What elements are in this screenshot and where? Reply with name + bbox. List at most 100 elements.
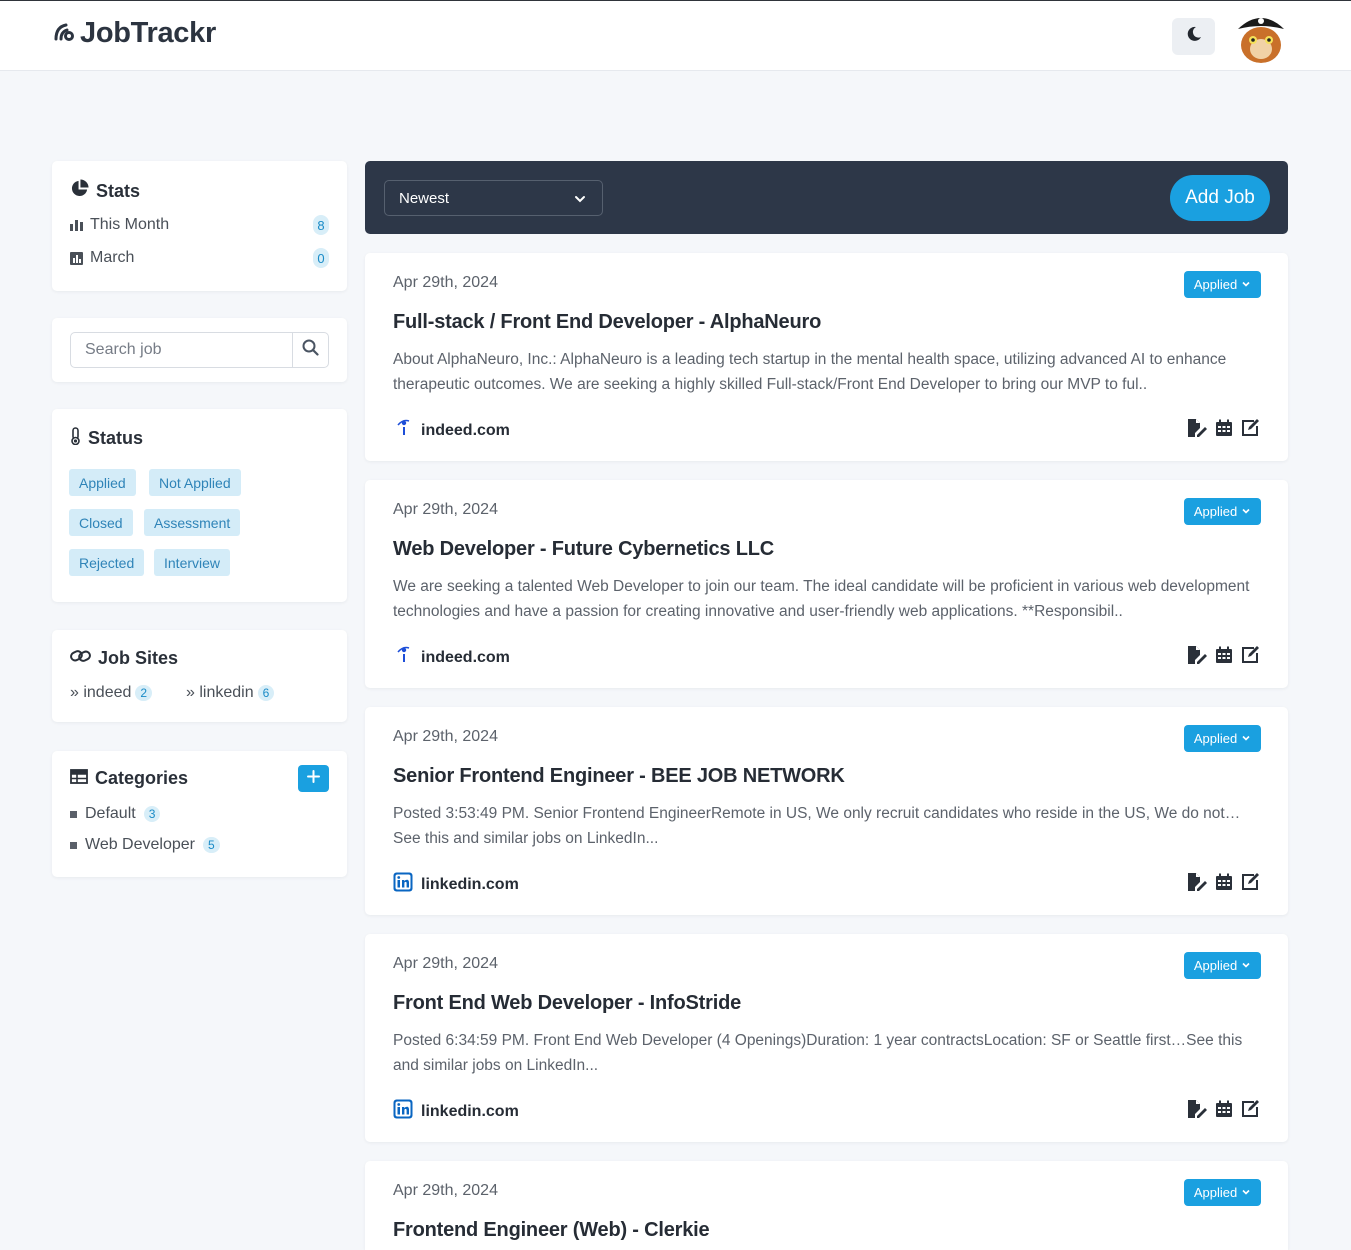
calendar-icon[interactable] (1215, 646, 1233, 664)
link-icon (70, 648, 91, 669)
moon-icon (1186, 26, 1202, 47)
chevron-down-icon (1241, 504, 1251, 519)
chevron-down-icon (1241, 277, 1251, 292)
stat-march[interactable]: March 0 (70, 248, 329, 268)
job-date: Apr 29th, 2024 (393, 501, 498, 518)
file-edit-icon[interactable] (1186, 872, 1208, 892)
count-badge: 6 (257, 685, 275, 701)
status-title: Status (70, 427, 143, 450)
chevron-down-icon (1241, 1185, 1251, 1200)
pie-chart-icon (70, 179, 89, 203)
job-title[interactable]: Front End Web Developer - InfoStride (393, 992, 741, 1015)
edit-icon[interactable] (1240, 645, 1260, 665)
status-tag-not-applied[interactable]: Not Applied (149, 469, 241, 496)
job-title[interactable]: Full-stack / Front End Developer - Alpha… (393, 311, 821, 334)
status-tag-interview[interactable]: Interview (154, 549, 231, 576)
search-panel (52, 318, 347, 382)
job-date: Apr 29th, 2024 (393, 728, 498, 745)
job-actions (1186, 872, 1260, 892)
app-name: JobTrackr (80, 17, 216, 49)
job-site-link[interactable]: linkedin.com (393, 1099, 519, 1124)
thermometer-icon (70, 427, 81, 450)
job-sites-panel: Job Sites » indeed 2 » linkedin 6 (52, 630, 347, 722)
file-edit-icon[interactable] (1186, 645, 1208, 665)
search-input[interactable] (71, 333, 292, 367)
job-card[interactable]: Apr 29th, 2024 Front End Web Developer -… (365, 934, 1288, 1142)
chevron-down-icon (1241, 958, 1251, 973)
chart-square-icon (70, 251, 84, 265)
jobs-toolbar: Newest Add Job (365, 161, 1288, 234)
user-avatar[interactable] (1234, 9, 1288, 63)
job-card[interactable]: Apr 29th, 2024 Senior Frontend Engineer … (365, 707, 1288, 915)
top-navbar: JobTrackr (0, 1, 1351, 71)
job-status-dropdown[interactable]: Applied (1184, 498, 1261, 525)
chevron-down-icon (1241, 731, 1251, 746)
count-badge: 0 (313, 248, 329, 268)
job-card[interactable]: Apr 29th, 2024 Full-stack / Front End De… (365, 253, 1288, 461)
job-actions (1186, 418, 1260, 438)
plus-icon (307, 769, 320, 788)
stats-panel: Stats This Month 8 March 0 (52, 161, 347, 291)
bar-chart-icon (70, 219, 84, 231)
job-status-dropdown[interactable]: Applied (1184, 725, 1261, 752)
calendar-icon[interactable] (1215, 419, 1233, 437)
status-tag-assessment[interactable]: Assessment (144, 509, 241, 536)
job-description: Posted 3:53:49 PM. Senior Frontend Engin… (393, 805, 1241, 847)
job-date: Apr 29th, 2024 (393, 274, 498, 291)
job-description: We are seeking a talented Web Developer … (393, 578, 1250, 620)
add-category-button[interactable] (298, 765, 329, 792)
job-site-indeed[interactable]: » indeed 2 (70, 684, 153, 702)
job-status-dropdown[interactable]: Applied (1184, 271, 1261, 298)
stat-this-month[interactable]: This Month 8 (70, 215, 329, 235)
job-actions (1186, 645, 1260, 665)
job-status-dropdown[interactable]: Applied (1184, 952, 1261, 979)
calendar-icon[interactable] (1215, 873, 1233, 891)
status-tag-rejected[interactable]: Rejected (69, 549, 145, 576)
edit-icon[interactable] (1240, 1099, 1260, 1119)
job-description: Posted 6:34:59 PM. Front End Web Develop… (393, 1032, 1243, 1074)
edit-icon[interactable] (1240, 872, 1260, 892)
job-status-dropdown[interactable]: Applied (1184, 1179, 1261, 1206)
app-logo[interactable]: JobTrackr (52, 17, 216, 50)
file-edit-icon[interactable] (1186, 1099, 1208, 1119)
add-job-button[interactable]: Add Job (1170, 175, 1270, 221)
job-site-link[interactable]: linkedin.com (393, 872, 519, 897)
linkedin-icon (393, 872, 413, 897)
job-title[interactable]: Web Developer - Future Cybernetics LLC (393, 538, 774, 561)
job-description: About AlphaNeuro, Inc.: AlphaNeuro is a … (393, 351, 1227, 393)
job-date: Apr 29th, 2024 (393, 1182, 498, 1199)
file-edit-icon[interactable] (1186, 418, 1208, 438)
job-date: Apr 29th, 2024 (393, 955, 498, 972)
category-default[interactable]: Default 3 (70, 805, 161, 823)
job-site-linkedin[interactable]: » linkedin 6 (186, 684, 275, 702)
search-button[interactable] (292, 333, 328, 367)
edit-icon[interactable] (1240, 418, 1260, 438)
search-icon (302, 339, 319, 361)
count-badge: 2 (135, 685, 153, 701)
calendar-icon[interactable] (1215, 1100, 1233, 1118)
sort-select[interactable]: Newest (384, 180, 603, 216)
status-tag-applied[interactable]: Applied (69, 469, 136, 496)
chevron-down-icon (574, 192, 586, 209)
job-site-link[interactable]: indeed.com (393, 645, 510, 670)
job-card[interactable]: Apr 29th, 2024 Frontend Engineer (Web) -… (365, 1161, 1288, 1250)
search-field (70, 332, 329, 368)
stats-title: Stats (70, 179, 140, 203)
status-tag-closed[interactable]: Closed (69, 509, 133, 536)
linkedin-icon (393, 1099, 413, 1124)
category-web-developer[interactable]: Web Developer 5 (70, 836, 220, 854)
square-bullet-icon (70, 810, 77, 818)
logo-icon (52, 19, 76, 48)
job-title[interactable]: Senior Frontend Engineer - BEE JOB NETWO… (393, 765, 845, 788)
count-badge: 5 (202, 837, 220, 853)
categories-title: Categories (70, 768, 188, 789)
job-title[interactable]: Frontend Engineer (Web) - Clerkie (393, 1219, 710, 1242)
status-panel: Status Applied Not Applied Closed Assess… (52, 409, 347, 602)
count-badge: 8 (313, 215, 329, 235)
job-card[interactable]: Apr 29th, 2024 Web Developer - Future Cy… (365, 480, 1288, 688)
square-bullet-icon (70, 841, 77, 849)
dark-mode-toggle[interactable] (1172, 18, 1215, 55)
indeed-icon (393, 645, 413, 670)
categories-panel: Categories Default 3 Web Developer 5 (52, 751, 347, 877)
job-site-link[interactable]: indeed.com (393, 418, 510, 443)
